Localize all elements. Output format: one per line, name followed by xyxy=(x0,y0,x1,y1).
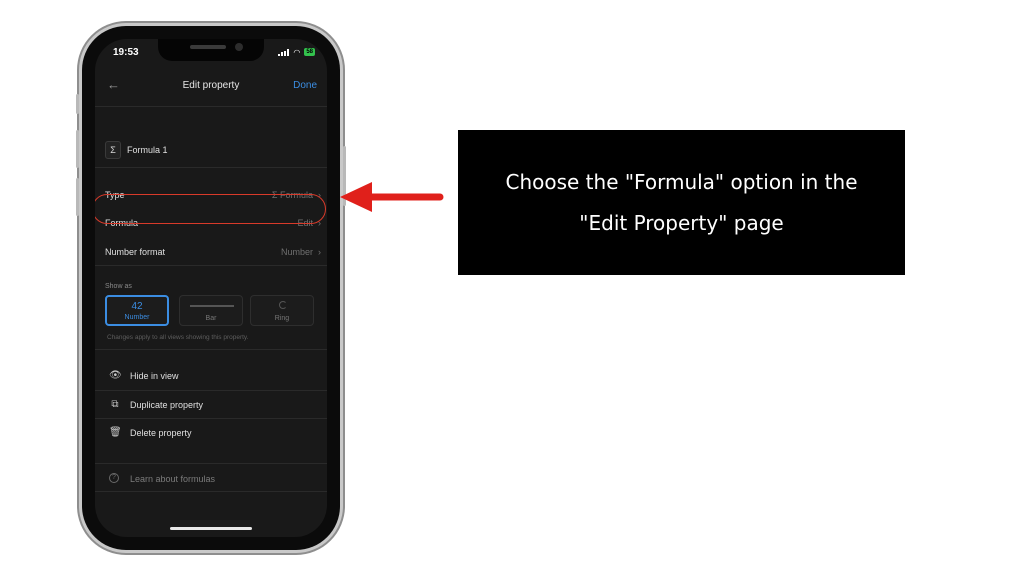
bar-option-label: Bar xyxy=(205,315,217,322)
home-indicator[interactable] xyxy=(170,527,252,530)
divider xyxy=(95,349,327,350)
show-as-number-option[interactable]: 42 Number xyxy=(105,295,169,326)
show-as-ring-option[interactable]: Ring xyxy=(250,295,314,326)
status-time: 19:53 xyxy=(113,47,139,58)
sigma-icon[interactable]: Σ xyxy=(105,141,121,159)
duplicate-property-label: Duplicate property xyxy=(130,400,204,410)
volume-up-button xyxy=(76,130,79,168)
delete-property-label: Delete property xyxy=(130,428,192,438)
divider xyxy=(95,167,327,168)
divider xyxy=(95,265,327,266)
instruction-callout: Choose the "Formula" option in the "Edit… xyxy=(458,130,905,275)
property-name-field[interactable]: Σ Formula 1 xyxy=(105,141,168,159)
learn-about-formulas-label: Learn about formulas xyxy=(130,474,216,484)
hide-in-view-label: Hide in view xyxy=(130,371,179,381)
divider xyxy=(95,491,327,492)
help-icon: ? xyxy=(109,473,119,483)
volume-down-button xyxy=(76,178,79,216)
ring-preview-icon xyxy=(279,301,287,309)
number-option-label: Number xyxy=(124,314,150,321)
battery-icon: 58 xyxy=(304,48,315,56)
mute-switch xyxy=(76,94,79,114)
number-option-value: 42 xyxy=(131,301,143,312)
formula-highlight xyxy=(95,194,326,224)
pointer-arrow xyxy=(340,182,444,212)
done-button[interactable]: Done xyxy=(293,80,317,91)
delete-property-row[interactable]: 🗑 Delete property xyxy=(95,419,327,447)
camera xyxy=(235,43,243,51)
number-format-label: Number format xyxy=(105,247,166,257)
status-icons: ◠ 58 xyxy=(278,48,315,56)
trash-icon: 🗑 xyxy=(109,427,122,438)
ring-option-label: Ring xyxy=(274,315,290,322)
navbar: ← Edit property Done xyxy=(95,73,327,99)
learn-about-formulas-row[interactable]: ? Learn about formulas xyxy=(95,466,327,492)
property-name-value[interactable]: Formula 1 xyxy=(127,145,168,155)
show-as-label: Show as xyxy=(105,283,132,290)
bar-preview-icon xyxy=(190,305,234,307)
number-format-row[interactable]: Number format Number › xyxy=(95,239,327,265)
wifi-icon: ◠ xyxy=(293,47,301,57)
divider xyxy=(95,463,327,464)
signal-icon xyxy=(278,48,290,56)
duplicate-property-row[interactable]: ⧉ Duplicate property xyxy=(95,391,327,419)
chevron-right-icon: › xyxy=(318,247,321,257)
show-as-bar-option[interactable]: Bar xyxy=(179,295,243,326)
phone-frame: 19:53 ◠ 58 ← Edit property Done Σ Formul… xyxy=(76,26,346,550)
number-format-value: Number xyxy=(280,247,313,257)
eye-icon: 👁 xyxy=(109,370,122,381)
notch xyxy=(158,39,264,61)
hide-in-view-row[interactable]: 👁 Hide in view xyxy=(95,362,327,390)
divider xyxy=(95,106,327,107)
show-as-note: Changes apply to all views showing this … xyxy=(107,334,249,341)
duplicate-icon: ⧉ xyxy=(111,399,119,410)
phone-screen: 19:53 ◠ 58 ← Edit property Done Σ Formul… xyxy=(95,39,327,537)
speaker xyxy=(190,45,226,49)
